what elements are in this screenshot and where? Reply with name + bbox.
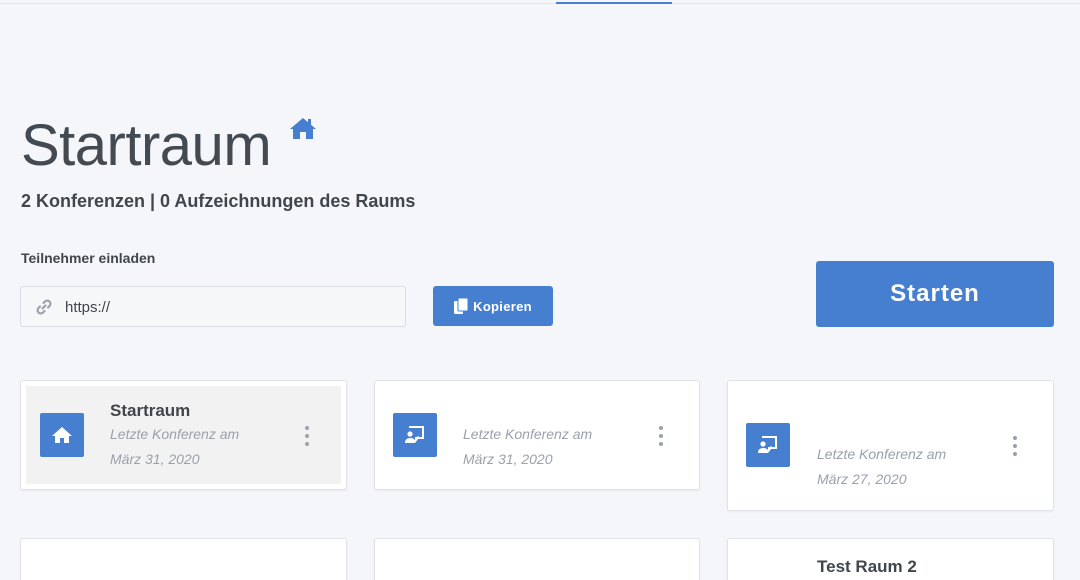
top-nav-bar (0, 0, 1080, 4)
presentation-icon (758, 436, 777, 453)
home-icon (290, 118, 316, 139)
copy-button-label: Kopieren (473, 298, 532, 314)
room-stats: 2 Konferenzen | 0 Aufzeichnungen des Rau… (21, 191, 416, 211)
invite-url-input[interactable] (65, 295, 395, 319)
start-button[interactable]: Starten (816, 261, 1054, 327)
room-avatar (746, 423, 790, 467)
invite-url-field (20, 286, 406, 327)
room-avatar (40, 413, 84, 457)
copy-button[interactable]: Kopieren (433, 286, 553, 326)
room-last-conference-date: März 27, 2020 (817, 471, 907, 487)
copy-icon (454, 298, 469, 314)
link-icon (36, 299, 52, 315)
more-options-icon[interactable] (301, 426, 313, 446)
more-options-icon[interactable] (1009, 436, 1021, 456)
invite-label: Teilnehmer einladen (21, 250, 156, 266)
more-options-icon[interactable] (655, 426, 667, 446)
room-last-conference-date: März 31, 2020 (463, 451, 553, 467)
room-name: Test Raum 2 (817, 557, 917, 576)
room-last-conference-date: März 31, 2020 (110, 451, 200, 467)
room-card-startraum[interactable]: Startraum Letzte Konferenz am März 31, 2… (20, 380, 347, 490)
room-card[interactable]: Letzte Konferenz am März 31, 2020 (374, 380, 700, 490)
room-card-test-raum-2[interactable]: Test Raum 2 (727, 538, 1054, 580)
active-tab-indicator (556, 2, 672, 4)
page-title: Startraum (21, 113, 272, 178)
home-icon (52, 427, 72, 443)
room-card[interactable] (20, 538, 347, 580)
room-last-conference-label: Letzte Konferenz am (110, 426, 240, 442)
room-name: Startraum (110, 401, 191, 420)
room-last-conference-label: Letzte Konferenz am (817, 446, 947, 462)
presentation-icon (405, 426, 424, 443)
room-card[interactable] (374, 538, 700, 580)
room-card[interactable]: Letzte Konferenz am März 27, 2020 (727, 380, 1054, 511)
room-avatar (393, 413, 437, 457)
room-last-conference-label: Letzte Konferenz am (463, 426, 593, 442)
